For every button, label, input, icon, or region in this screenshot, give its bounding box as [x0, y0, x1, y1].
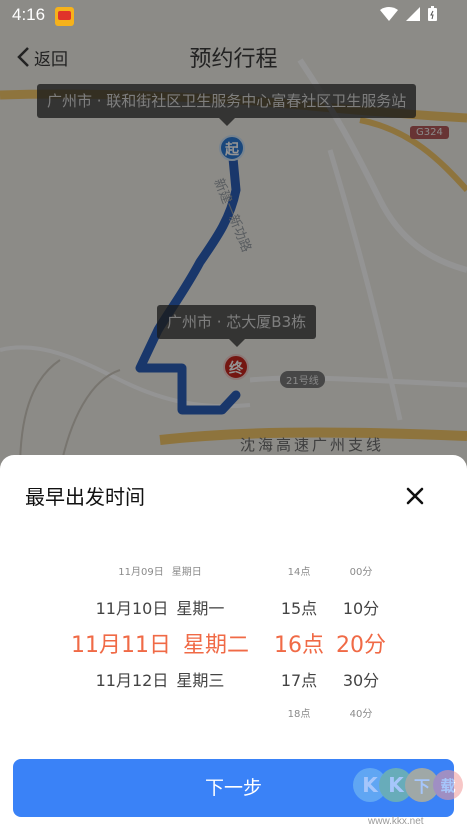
hour-option-selected[interactable]: 16点 [266, 627, 332, 659]
time-picker[interactable]: 11月09日 星期日 11月10日 星期一 11月11日 星期二 11月12日 星期三 … [0, 551, 467, 731]
minute-option[interactable]: 10分 [328, 595, 394, 619]
battery-icon [428, 6, 437, 21]
hour-option[interactable]: 17点 [266, 667, 332, 691]
signal-icon [406, 6, 420, 21]
close-button[interactable] [398, 479, 432, 513]
date-option[interactable]: 11月09日 星期日 [60, 563, 260, 578]
minute-option[interactable]: 40分 [328, 705, 394, 720]
minute-option-selected[interactable]: 20分 [328, 627, 394, 659]
svg-text:下: 下 [414, 777, 430, 796]
hour-option[interactable]: 18点 [266, 705, 332, 720]
svg-text:K: K [362, 773, 379, 797]
app-notification-icon [55, 7, 74, 26]
date-wheel[interactable]: 11月09日 星期日 11月10日 星期一 11月11日 星期二 11月12日 星期三 [60, 551, 260, 731]
hour-wheel[interactable]: 14点 15点 16点 17点 18点 [266, 551, 332, 731]
status-bar: 4:16 [0, 0, 467, 32]
minute-option[interactable]: 00分 [328, 563, 394, 578]
svg-text:载: 载 [440, 777, 455, 795]
minute-option[interactable]: 30分 [328, 667, 394, 691]
hour-option[interactable]: 15点 [266, 595, 332, 619]
date-option[interactable]: 11月12日 星期三 [60, 667, 260, 691]
date-option-selected[interactable]: 11月11日 星期二 [60, 627, 260, 659]
kk-watermark-logo: K K 下 载 [353, 768, 463, 802]
watermark-url: www.kkx.net [368, 816, 424, 827]
minute-wheel[interactable]: 00分 10分 20分 30分 40分 [328, 551, 394, 731]
nav-bar: 返回 预约行程 [0, 32, 467, 82]
page-title: 预约行程 [189, 47, 278, 72]
date-option[interactable]: 11月10日 星期一 [60, 595, 260, 619]
svg-text:K: K [388, 773, 405, 797]
sheet-title: 最早出发时间 [25, 485, 145, 509]
close-icon [406, 487, 424, 505]
hour-option[interactable]: 14点 [266, 563, 332, 578]
status-time: 4:16 [12, 5, 46, 24]
wifi-icon [380, 6, 398, 21]
